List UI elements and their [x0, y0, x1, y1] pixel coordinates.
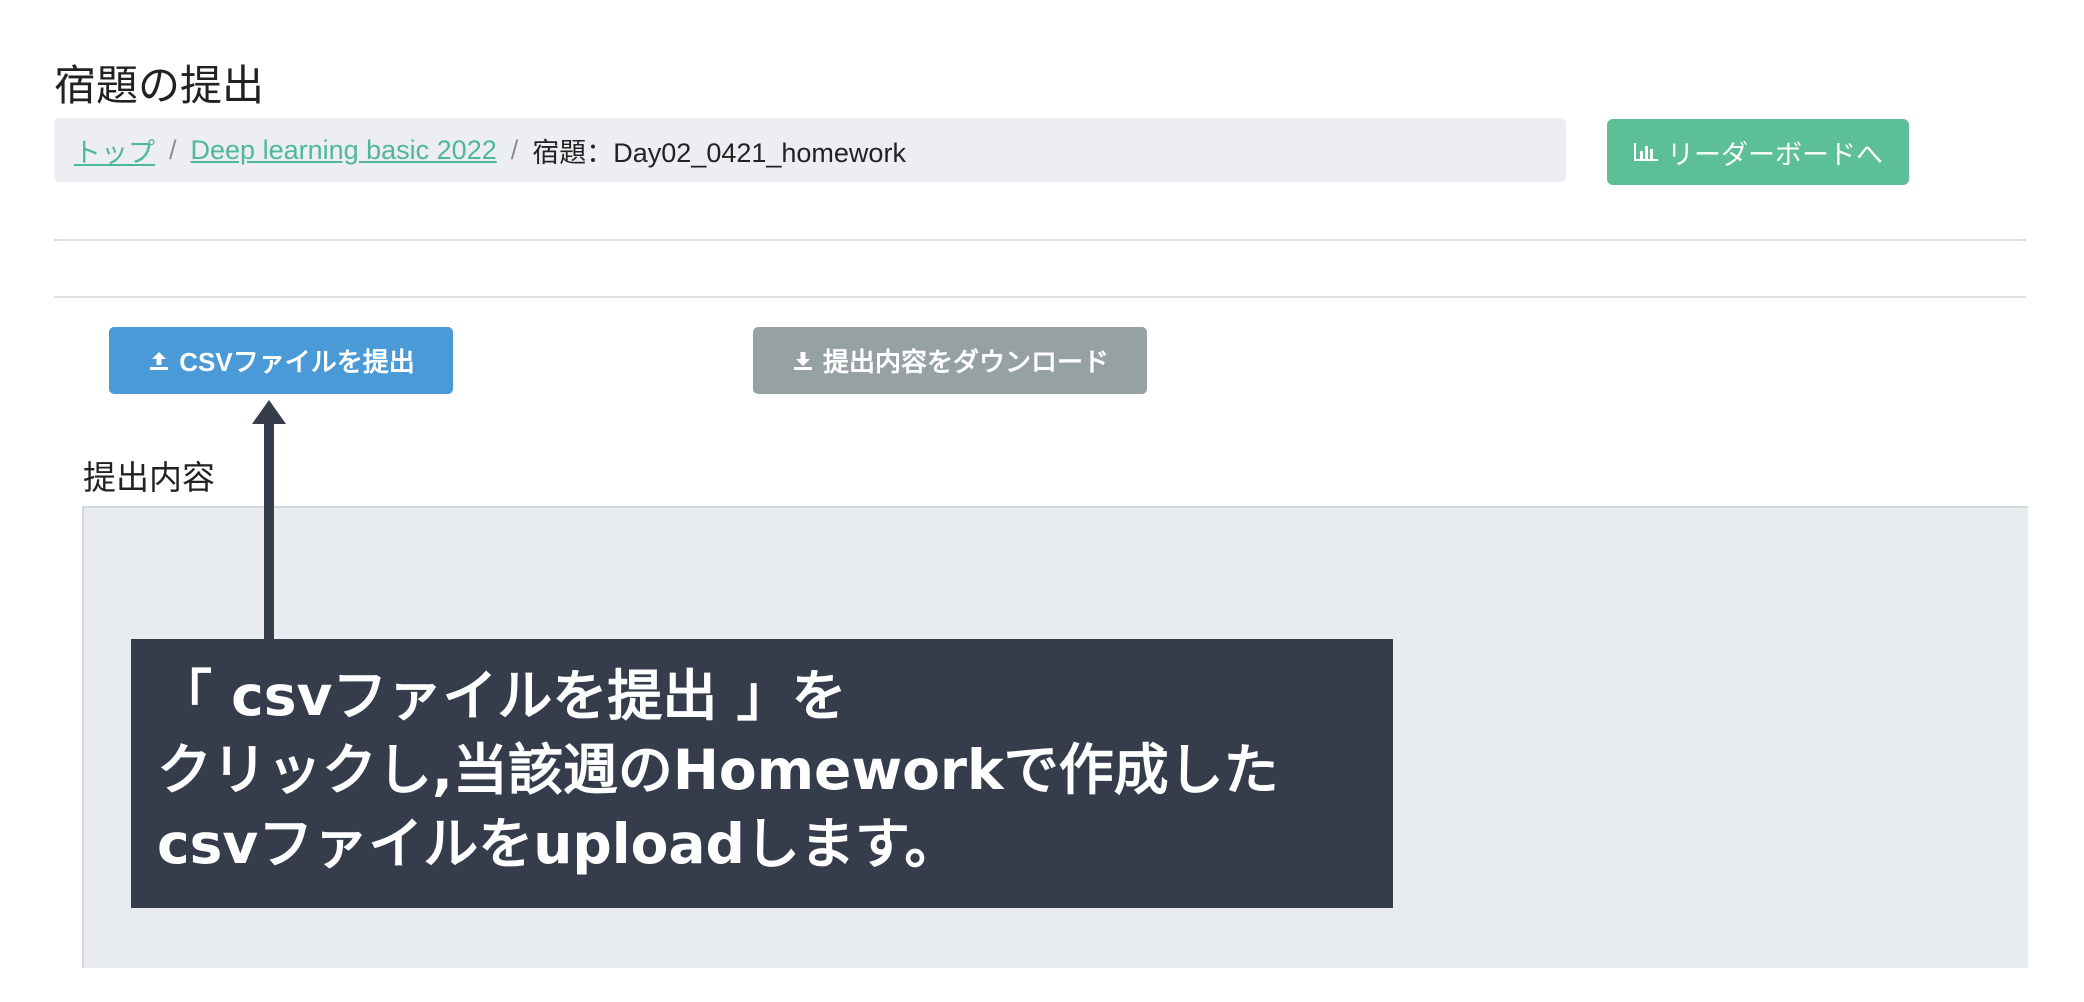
upload-csv-button[interactable]: CSVファイルを提出 [109, 327, 453, 394]
bar-chart-icon [1634, 143, 1658, 161]
divider [54, 296, 2026, 298]
upload-csv-button-label: CSVファイルを提出 [179, 347, 415, 377]
upload-icon [150, 351, 169, 370]
breadcrumb-course-link[interactable]: Deep learning basic 2022 [191, 135, 497, 166]
download-submission-button[interactable]: 提出内容をダウンロード [753, 327, 1147, 394]
download-submission-button-label: 提出内容をダウンロード [822, 347, 1109, 377]
pointer-arrow-icon [252, 400, 286, 642]
breadcrumb: トップ / Deep learning basic 2022 / 宿題：Day0… [54, 118, 1566, 182]
leaderboard-button-label: リーダーボードへ [1667, 139, 1883, 170]
breadcrumb-separator: / [169, 134, 177, 165]
annotation-line: csvファイルをuploadします。 [157, 812, 960, 876]
annotation-line: 「 csvファイルを提出 」を [157, 664, 847, 728]
download-icon [793, 351, 812, 370]
submission-label: 提出内容 [83, 458, 215, 497]
page-title: 宿題の提出 [54, 61, 265, 110]
breadcrumb-current: 宿題：Day02_0421_homework [532, 137, 906, 168]
leaderboard-button[interactable]: リーダーボードへ [1607, 119, 1909, 185]
breadcrumb-separator: / [510, 134, 519, 165]
annotation-line: クリックし,当該週のHomeworkで作成した [157, 738, 1279, 802]
breadcrumb-home-link[interactable]: トップ [74, 131, 155, 170]
annotation-callout: 「 csvファイルを提出 」を クリックし,当該週のHomeworkで作成した … [131, 639, 1393, 908]
divider [54, 239, 2026, 241]
